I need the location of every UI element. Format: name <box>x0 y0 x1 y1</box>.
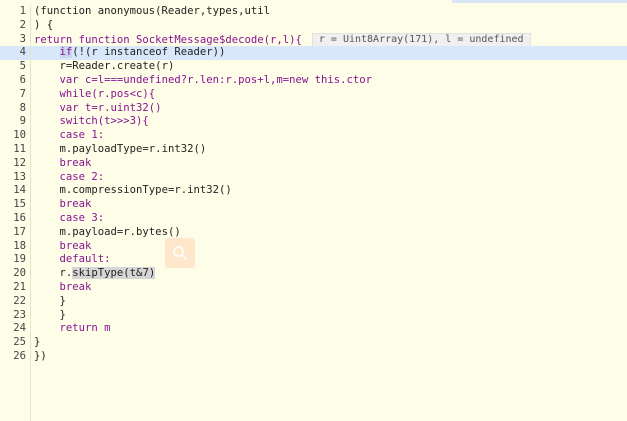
code-text: while(r.pos<c){ <box>59 87 156 100</box>
line-number[interactable]: 12 <box>0 157 30 171</box>
code-text: m.payload=r.bytes() <box>59 225 181 238</box>
code-text: case 3: <box>59 211 105 224</box>
line-number[interactable]: 23 <box>0 309 30 323</box>
code-line: var t=r.uint32() <box>31 102 627 116</box>
code-line: } <box>31 309 627 323</box>
paused-statement-marker[interactable]: if <box>59 46 73 59</box>
source-code-editor[interactable]: 1 2 3 4 5 6 7 8 9 10 11 12 13 14 15 16 1… <box>0 5 627 421</box>
code-text: (!(r instanceof Reader)) <box>72 46 226 59</box>
code-text: case 1: <box>59 129 105 142</box>
line-number[interactable]: 24 <box>0 322 30 336</box>
code-line: m.payload=r.bytes() <box>31 226 627 240</box>
code-line: return m <box>31 322 627 336</box>
code-line: (function anonymous(Reader,types,util <box>31 5 627 19</box>
line-number[interactable]: 20 <box>0 267 30 281</box>
line-number-current[interactable]: 4 <box>0 46 30 61</box>
code-text: var c=l===undefined?r.len:r.pos+l,m=new … <box>59 73 373 86</box>
active-tab-indicator <box>452 0 627 3</box>
code-text: case 2: <box>59 170 105 183</box>
search-overlay-button[interactable] <box>165 238 195 268</box>
editor-top-bar <box>0 0 627 3</box>
line-number[interactable]: 9 <box>0 115 30 129</box>
code-line: var c=l===undefined?r.len:r.pos+l,m=new … <box>31 74 627 88</box>
inline-variable-values: r = Uint8Array(171), l = undefined <box>311 32 531 47</box>
line-number[interactable]: 19 <box>0 253 30 267</box>
code-area[interactable]: (function anonymous(Reader,types,util ) … <box>31 5 627 421</box>
code-line: case 2: <box>31 171 627 185</box>
code-text: } <box>59 308 66 321</box>
code-line: return function SocketMessage$decode(r,l… <box>31 32 627 47</box>
line-number[interactable]: 25 <box>0 336 30 350</box>
code-text: r. <box>59 267 73 280</box>
code-text: return m <box>59 322 111 335</box>
code-line: break <box>31 198 627 212</box>
code-line: case 3: <box>31 212 627 226</box>
code-text: ) { <box>34 18 54 31</box>
code-text: var t=r.uint32() <box>59 101 162 114</box>
code-text: (function anonymous(Reader,types,util <box>34 5 270 17</box>
code-text: break <box>59 156 92 169</box>
line-number[interactable]: 10 <box>0 129 30 143</box>
code-line: } <box>31 336 627 350</box>
code-line-current: if(!(r instanceof Reader)) <box>31 46 627 61</box>
code-text: break <box>59 280 92 293</box>
code-line: break <box>31 240 627 254</box>
line-number[interactable]: 2 <box>0 19 30 33</box>
line-number[interactable]: 22 <box>0 295 30 309</box>
code-text: return function SocketMessage$decode(r,l… <box>34 33 302 46</box>
line-number[interactable]: 26 <box>0 350 30 364</box>
line-number-gutter[interactable]: 1 2 3 4 5 6 7 8 9 10 11 12 13 14 15 16 1… <box>0 5 31 421</box>
line-number[interactable]: 6 <box>0 74 30 88</box>
code-line: case 1: <box>31 129 627 143</box>
code-line: break <box>31 157 627 171</box>
code-text: break <box>59 198 92 211</box>
code-line: ) { <box>31 19 627 33</box>
line-number[interactable]: 18 <box>0 240 30 254</box>
line-number[interactable]: 16 <box>0 212 30 226</box>
code-text: } <box>59 294 66 307</box>
line-number[interactable]: 3 <box>0 33 30 47</box>
code-text: switch(t>>>3){ <box>59 115 149 128</box>
line-number[interactable]: 7 <box>0 88 30 102</box>
code-line: r=Reader.create(r) <box>31 60 627 74</box>
code-line: } <box>31 295 627 309</box>
code-line: break <box>31 281 627 295</box>
code-line: m.payloadType=r.int32() <box>31 143 627 157</box>
line-number[interactable]: 17 <box>0 226 30 240</box>
line-number[interactable]: 1 <box>0 5 30 19</box>
code-line: switch(t>>>3){ <box>31 115 627 129</box>
code-text: default: <box>59 253 111 266</box>
code-line: m.compressionType=r.int32() <box>31 184 627 198</box>
code-text: m.compressionType=r.int32() <box>59 184 232 197</box>
code-text: } <box>34 336 41 349</box>
line-number[interactable]: 11 <box>0 143 30 157</box>
line-number[interactable]: 5 <box>0 60 30 74</box>
line-number[interactable]: 21 <box>0 281 30 295</box>
line-number[interactable]: 14 <box>0 184 30 198</box>
code-line: r.skipType(t&7) <box>31 267 627 281</box>
code-text: m.payloadType=r.int32() <box>59 142 207 155</box>
line-number[interactable]: 8 <box>0 102 30 116</box>
line-number[interactable]: 15 <box>0 198 30 212</box>
code-text: r=Reader.create(r) <box>59 60 175 73</box>
code-text: }) <box>34 349 47 362</box>
selected-text[interactable]: skipType(t&7) <box>72 267 156 280</box>
line-number[interactable]: 13 <box>0 171 30 185</box>
code-line: while(r.pos<c){ <box>31 88 627 102</box>
code-text: break <box>59 239 92 252</box>
code-line: }) <box>31 350 627 364</box>
code-line: default: <box>31 253 627 267</box>
